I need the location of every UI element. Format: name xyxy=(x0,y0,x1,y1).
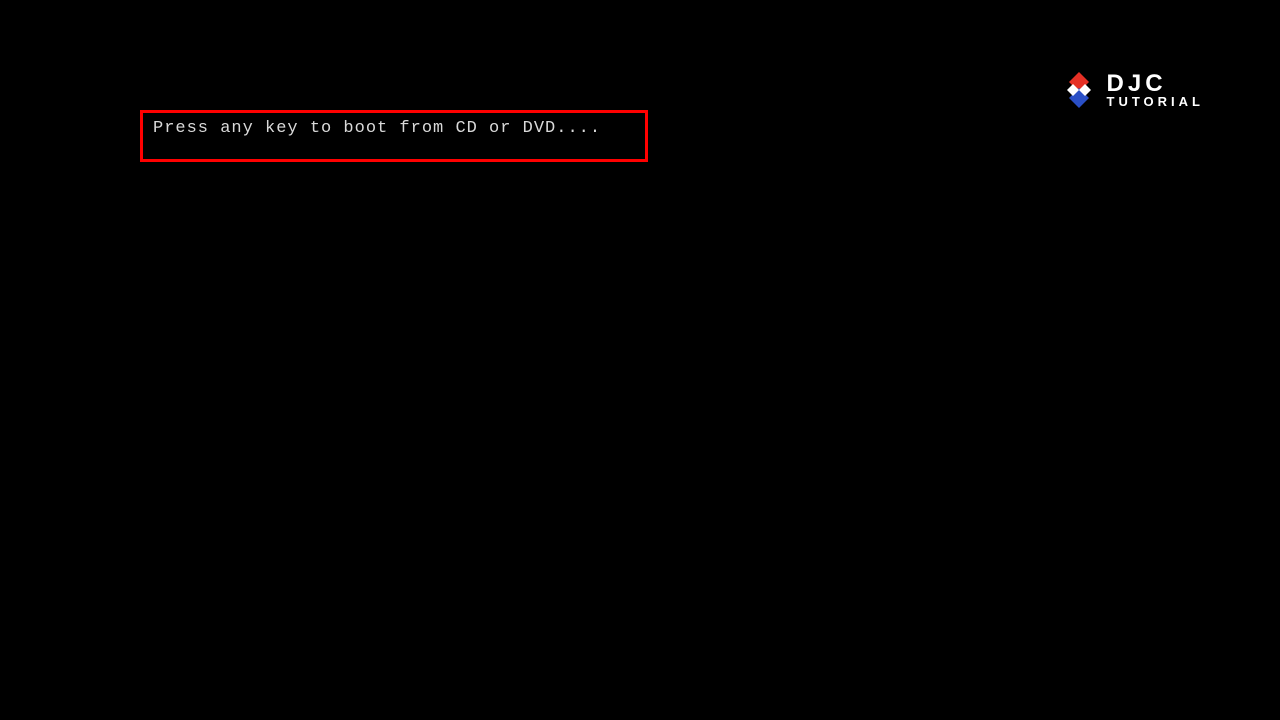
logo-mark-icon xyxy=(1059,70,1099,110)
logo-text-block: DJC TUTORIAL xyxy=(1107,72,1204,108)
logo-main-text: DJC xyxy=(1107,72,1204,96)
boot-screen[interactable]: Press any key to boot from CD or DVD....… xyxy=(0,0,1280,720)
boot-prompt-text: Press any key to boot from CD or DVD.... xyxy=(153,119,601,138)
boot-prompt-highlight: Press any key to boot from CD or DVD.... xyxy=(140,110,648,162)
channel-logo: DJC TUTORIAL xyxy=(1059,70,1204,110)
logo-sub-text: TUTORIAL xyxy=(1107,95,1204,108)
